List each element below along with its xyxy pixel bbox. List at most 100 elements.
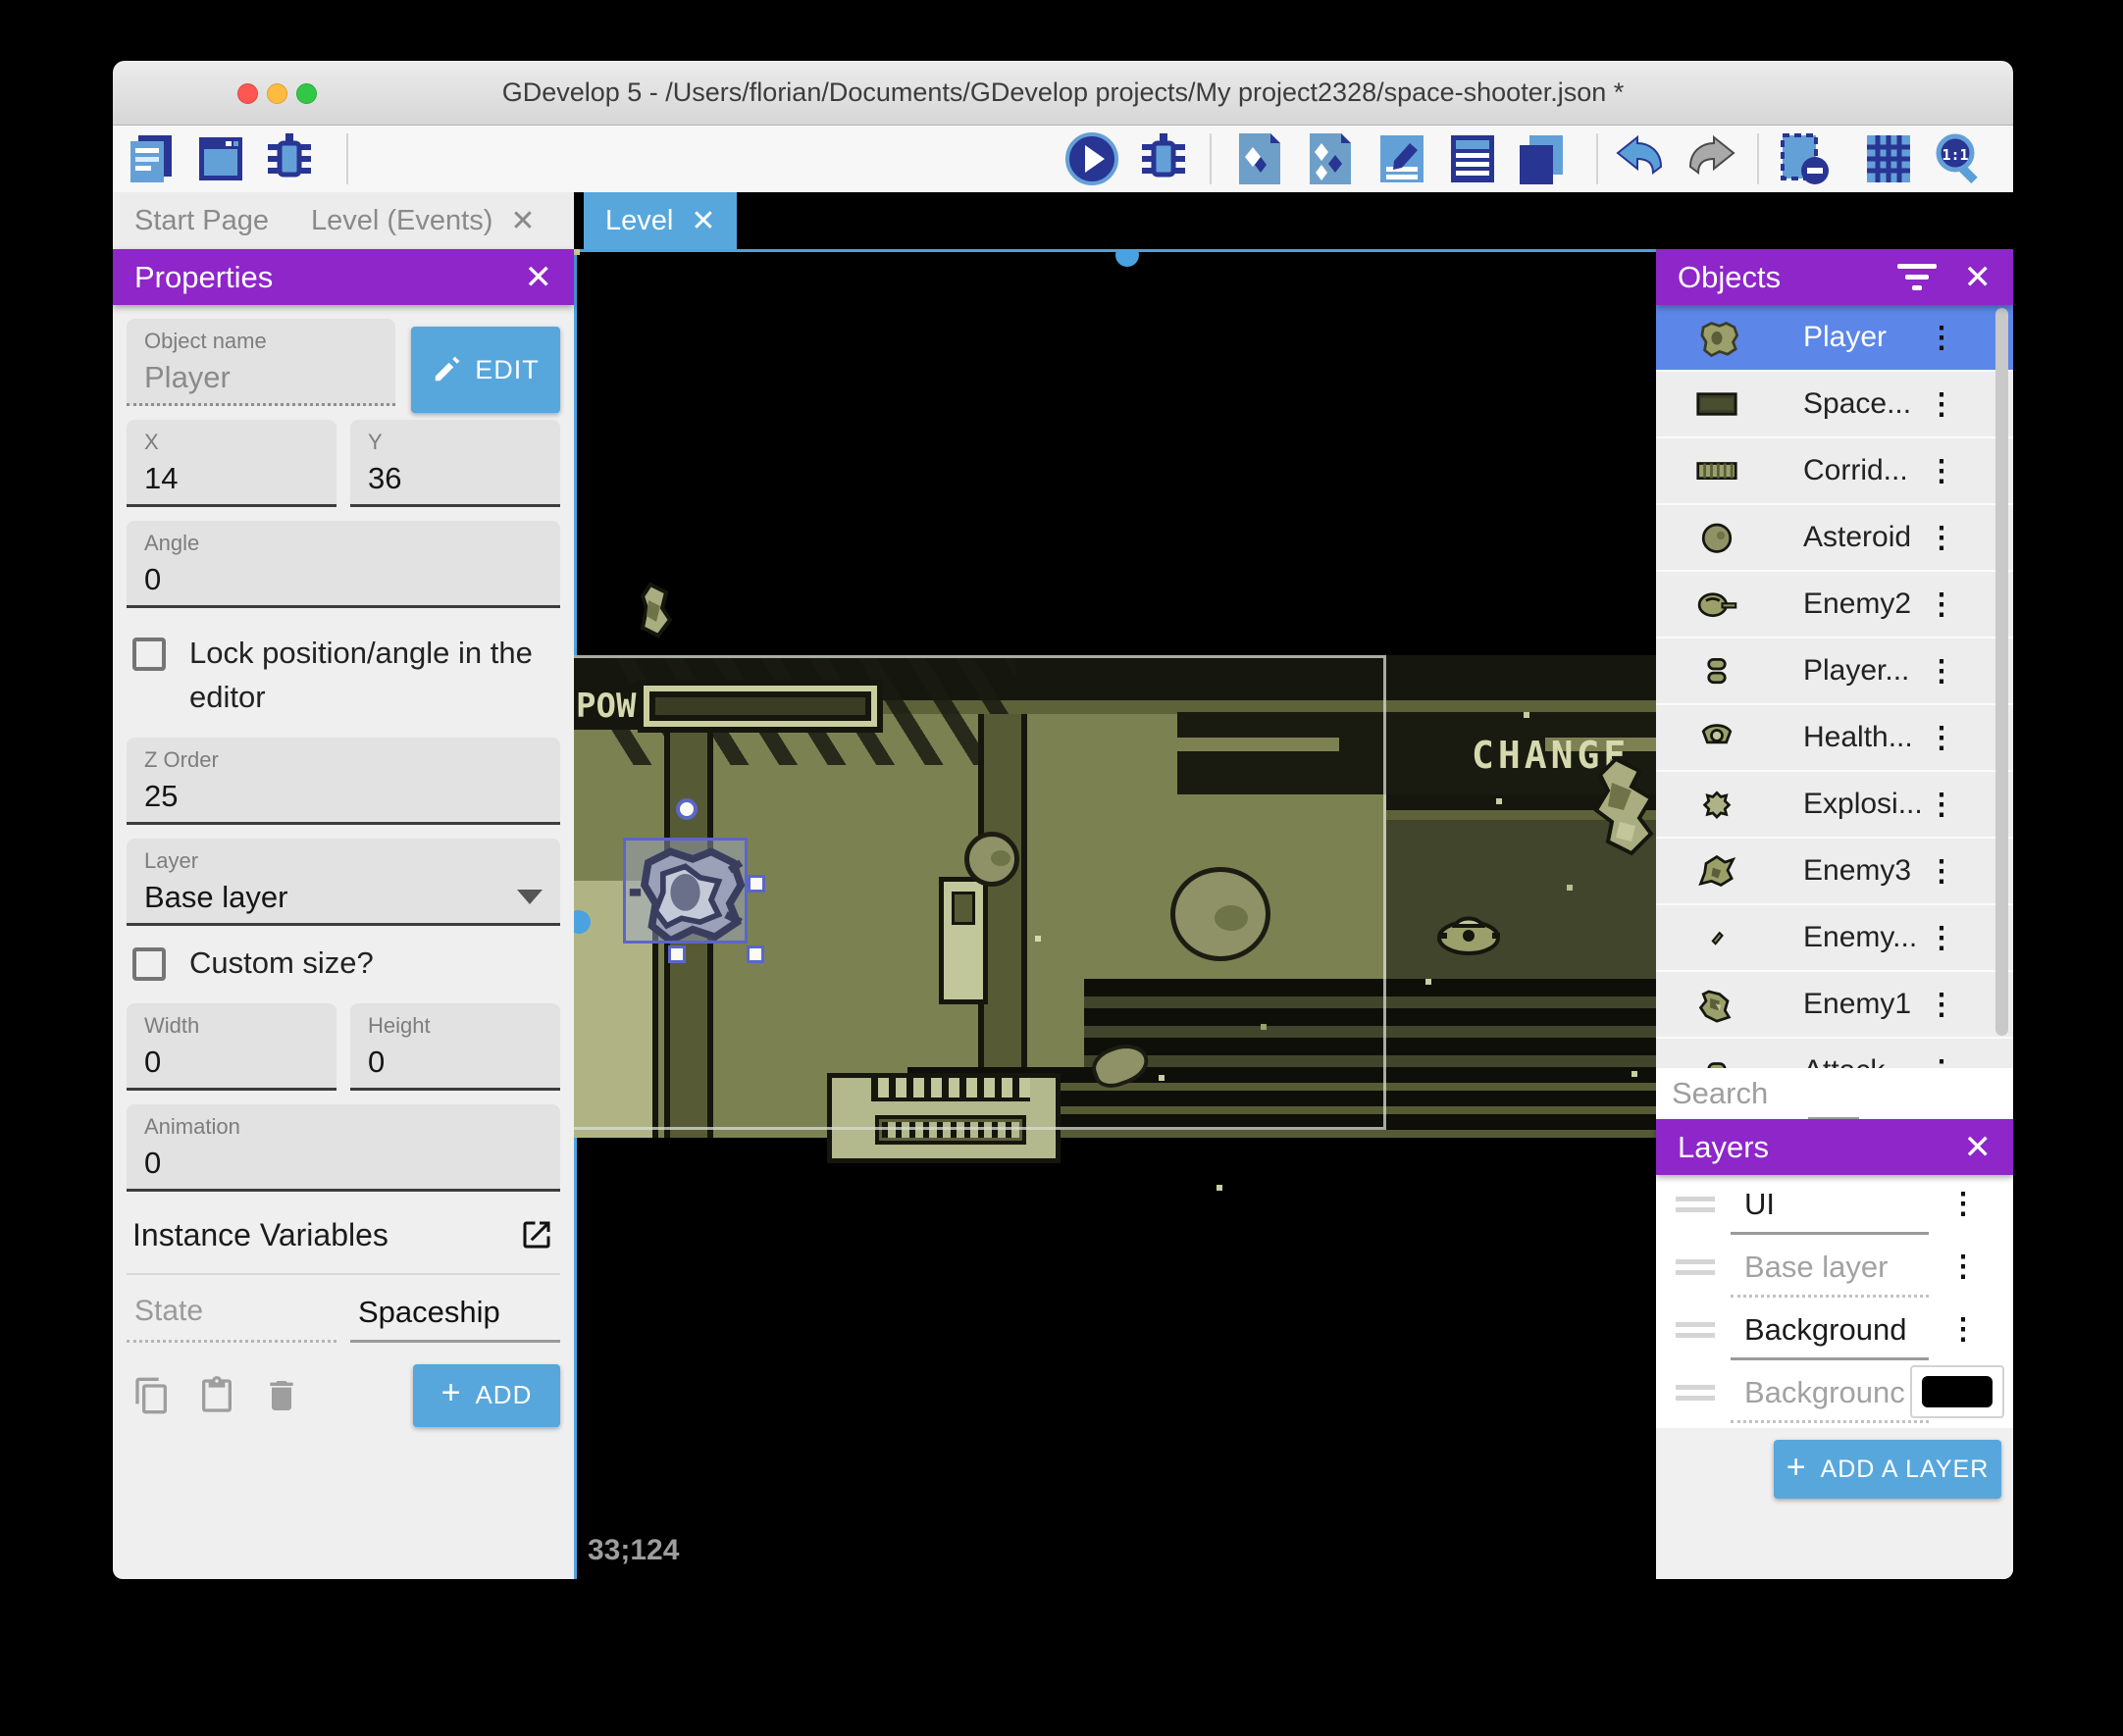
debug-play-icon[interactable] xyxy=(1136,131,1191,186)
layer-name[interactable]: Base layer xyxy=(1731,1246,1929,1298)
copy-icon[interactable] xyxy=(132,1376,172,1415)
object-row-enemy3[interactable]: Enemy3 ⋮ xyxy=(1656,839,2013,905)
enemy-saucer-sprite[interactable] xyxy=(1435,908,1504,959)
selection-rectangle[interactable] xyxy=(623,838,748,944)
layers-stack-icon[interactable] xyxy=(1514,131,1569,186)
object-row-enemybullet[interactable]: Enemy... ⋮ xyxy=(1656,905,2013,972)
object-name-label: Object name xyxy=(144,329,267,353)
layer-name[interactable]: Background xyxy=(1731,1308,1929,1360)
object-row-player[interactable]: Player ⋮ xyxy=(1656,305,2013,372)
drag-handle-icon[interactable] xyxy=(1676,1197,1715,1218)
variable-value[interactable]: Spaceship xyxy=(350,1291,560,1343)
play-icon[interactable] xyxy=(1064,131,1119,186)
undo-icon[interactable] xyxy=(1612,131,1667,186)
player-ship-sprite[interactable] xyxy=(626,841,745,941)
object-row-corridor[interactable]: Corrid... ⋮ xyxy=(1656,438,2013,505)
layer-row-background-color[interactable]: Backgrounc xyxy=(1656,1363,2013,1426)
variable-row[interactable]: State Spaceship xyxy=(127,1272,560,1343)
layer-name[interactable]: UI xyxy=(1731,1183,1929,1235)
layer-menu-icon[interactable]: ⋮ xyxy=(1948,1312,1978,1347)
instances-list-icon[interactable] xyxy=(1445,131,1500,186)
object-groups-icon[interactable] xyxy=(1302,131,1357,186)
object-menu-icon[interactable]: ⋮ xyxy=(1927,387,1956,422)
add-layer-button[interactable]: + ADD A LAYER xyxy=(1774,1440,2001,1499)
object-menu-icon[interactable]: ⋮ xyxy=(1927,921,1956,955)
object-row-enemy2[interactable]: Enemy2 ⋮ xyxy=(1656,572,2013,638)
z-order-field[interactable]: Z Order 25 xyxy=(127,737,560,825)
tab-start-page[interactable]: Start Page xyxy=(113,192,290,249)
y-field[interactable]: Y 36 xyxy=(350,420,560,507)
delete-selection-icon[interactable] xyxy=(1777,131,1832,186)
close-tab-icon[interactable]: ✕ xyxy=(510,204,535,238)
zoom-one-to-one-icon[interactable]: 1:1 xyxy=(1932,131,1987,186)
drag-handle-icon[interactable] xyxy=(1676,1322,1715,1344)
object-menu-icon[interactable]: ⋮ xyxy=(1927,988,1956,1022)
x-field[interactable]: X 14 xyxy=(127,420,337,507)
height-field[interactable]: Height 0 xyxy=(350,1002,560,1091)
variable-name[interactable]: State xyxy=(127,1291,337,1343)
object-menu-icon[interactable]: ⋮ xyxy=(1927,1054,1956,1069)
close-properties-icon[interactable]: ✕ xyxy=(525,258,553,297)
layer-row-background[interactable]: Background ⋮ xyxy=(1656,1301,2013,1363)
lock-position-checkbox[interactable] xyxy=(132,638,166,671)
open-in-new-icon[interactable] xyxy=(519,1217,554,1252)
trash-icon[interactable] xyxy=(262,1376,301,1415)
background-color-swatch[interactable] xyxy=(1910,1365,2004,1418)
object-row-explosion[interactable]: Explosi... ⋮ xyxy=(1656,772,2013,839)
asteroid-object-icon xyxy=(1701,523,1733,553)
object-menu-icon[interactable]: ⋮ xyxy=(1927,854,1956,889)
scene-canvas[interactable]: CHANGE POW 33;124 xyxy=(574,249,1656,1579)
tab-level[interactable]: Level ✕ xyxy=(584,192,738,249)
object-menu-icon[interactable]: ⋮ xyxy=(1927,521,1956,555)
horizontal-scroll-thumb[interactable] xyxy=(1115,249,1139,267)
redo-icon[interactable] xyxy=(1684,131,1739,186)
edit-object-button[interactable]: EDIT xyxy=(411,327,560,413)
object-menu-icon[interactable]: ⋮ xyxy=(1927,321,1956,355)
object-menu-icon[interactable]: ⋮ xyxy=(1927,454,1956,488)
debugger-icon[interactable] xyxy=(262,131,317,186)
object-label: Enemy2 xyxy=(1803,587,1912,620)
object-menu-icon[interactable]: ⋮ xyxy=(1927,587,1956,622)
properties-pencil-icon[interactable] xyxy=(1374,131,1429,186)
layer-menu-icon[interactable]: ⋮ xyxy=(1948,1250,1978,1284)
objects-editor-icon[interactable] xyxy=(1231,131,1286,186)
object-menu-icon[interactable]: ⋮ xyxy=(1927,721,1956,755)
custom-size-checkbox[interactable] xyxy=(132,946,166,981)
paste-icon[interactable] xyxy=(197,1375,236,1415)
project-manager-icon[interactable] xyxy=(125,131,180,186)
grid-icon[interactable] xyxy=(1861,131,1916,186)
rotate-handle[interactable] xyxy=(676,798,698,820)
add-variable-button[interactable]: + ADD xyxy=(413,1363,560,1427)
close-layers-icon[interactable]: ✕ xyxy=(1964,1128,1993,1167)
layer-menu-icon[interactable]: ⋮ xyxy=(1948,1187,1978,1221)
object-menu-icon[interactable]: ⋮ xyxy=(1927,788,1956,822)
object-row-attack[interactable]: Attack... ⋮ xyxy=(1656,1039,2013,1068)
object-row-enemy1[interactable]: Enemy1 ⋮ xyxy=(1656,972,2013,1039)
close-tab-icon[interactable]: ✕ xyxy=(691,204,715,238)
debris-cluster-sprite[interactable] xyxy=(1577,755,1656,863)
objects-scrollbar[interactable] xyxy=(1995,308,2008,1036)
layer-row-ui[interactable]: UI ⋮ xyxy=(1656,1175,2013,1238)
resize-handle-corner[interactable] xyxy=(747,945,764,963)
resize-handle-right[interactable] xyxy=(748,875,765,893)
object-row-asteroid[interactable]: Asteroid ⋮ xyxy=(1656,505,2013,572)
object-row-playerbullet[interactable]: Player... ⋮ xyxy=(1656,638,2013,705)
debris-sprite[interactable] xyxy=(631,581,678,639)
search-input[interactable] xyxy=(1672,1076,2013,1111)
close-objects-icon[interactable]: ✕ xyxy=(1964,258,1993,297)
resize-handle-bottom[interactable] xyxy=(668,945,686,963)
drag-handle-icon[interactable] xyxy=(1676,1259,1715,1281)
object-row-space[interactable]: Space... ⋮ xyxy=(1656,372,2013,438)
angle-field[interactable]: Angle 0 xyxy=(127,521,560,608)
width-field[interactable]: Width 0 xyxy=(127,1002,337,1091)
layer-row-base[interactable]: Base layer ⋮ xyxy=(1656,1238,2013,1301)
tab-level-events[interactable]: Level (Events) ✕ xyxy=(289,192,557,249)
layer-name[interactable]: Backgrounc xyxy=(1731,1371,1929,1423)
animation-field[interactable]: Animation 0 xyxy=(127,1103,560,1192)
object-row-health[interactable]: Health... ⋮ xyxy=(1656,705,2013,772)
scene-editor-icon[interactable] xyxy=(193,131,248,186)
object-menu-icon[interactable]: ⋮ xyxy=(1927,654,1956,689)
filter-icon[interactable] xyxy=(1896,258,1937,296)
layer-select[interactable]: Layer Base layer xyxy=(127,838,560,926)
drag-handle-icon[interactable] xyxy=(1676,1385,1715,1406)
